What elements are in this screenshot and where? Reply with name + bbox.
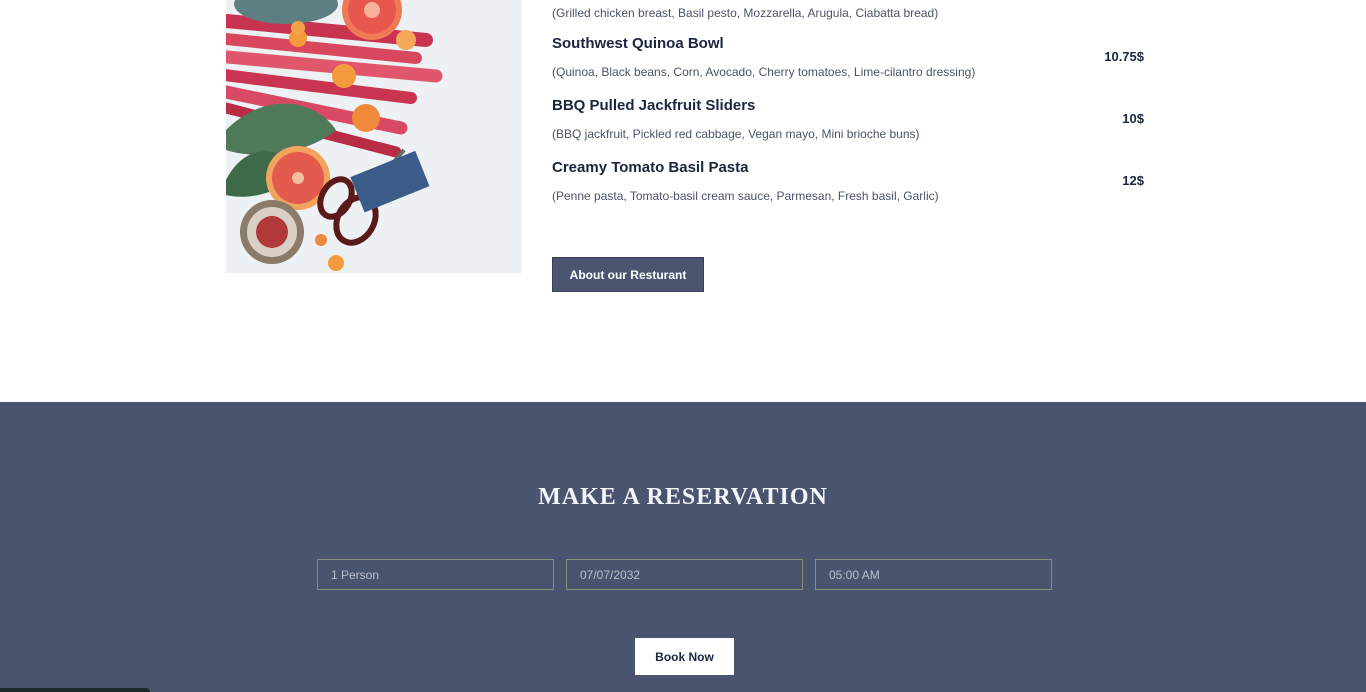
- page: (Grilled chicken breast, Basil pesto, Mo…: [0, 0, 1366, 692]
- menu-item-description: (Grilled chicken breast, Basil pesto, Mo…: [552, 6, 939, 20]
- date-input[interactable]: 07/07/2032: [566, 559, 803, 590]
- corner-bar: [0, 688, 150, 692]
- time-input[interactable]: 05:00 AM: [815, 559, 1052, 590]
- reservation-section: MAKE A RESERVATION 1 Person 07/07/2032 0…: [0, 402, 1366, 692]
- food-photo: [226, 0, 522, 273]
- reservation-title: MAKE A RESERVATION: [538, 484, 828, 510]
- persons-select[interactable]: 1 Person: [317, 559, 554, 590]
- menu-item-price: 10$: [1122, 111, 1144, 126]
- menu-item-price: 10.75$: [1104, 49, 1144, 64]
- menu-item-name: BBQ Pulled Jackfruit Sliders: [552, 97, 756, 114]
- menu-item-name: Southwest Quinoa Bowl: [552, 35, 724, 52]
- menu-item-description: (Penne pasta, Tomato-basil cream sauce, …: [552, 189, 939, 203]
- menu-section: (Grilled chicken breast, Basil pesto, Mo…: [0, 0, 1366, 402]
- menu-item-description: (Quinoa, Black beans, Corn, Avocado, Che…: [552, 65, 976, 79]
- about-restaurant-button[interactable]: About our Resturant: [552, 257, 704, 292]
- book-now-button[interactable]: Book Now: [635, 638, 734, 675]
- menu-item-price: 12$: [1122, 173, 1144, 188]
- menu-item-description: (BBQ jackfruit, Pickled red cabbage, Veg…: [552, 127, 920, 141]
- menu-item-name: Creamy Tomato Basil Pasta: [552, 159, 749, 176]
